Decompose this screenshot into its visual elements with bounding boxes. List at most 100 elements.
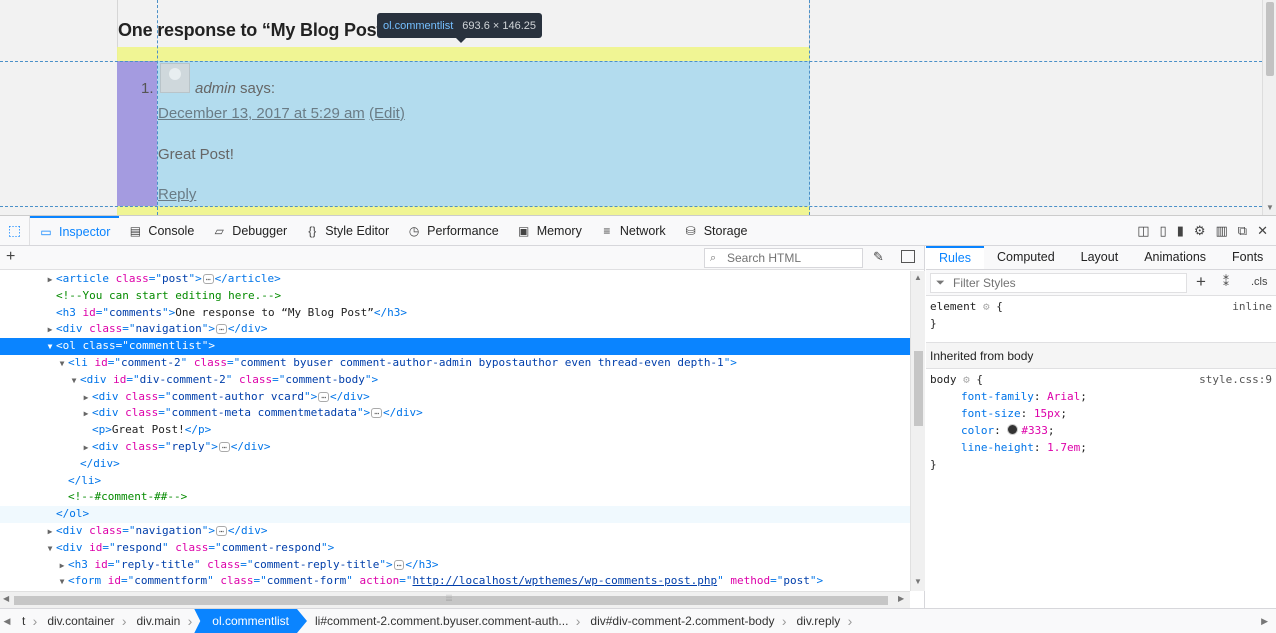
ellipsis-button[interactable]: ⋯: [218, 441, 230, 452]
tab-animations[interactable]: Animations: [1131, 246, 1219, 269]
ellipsis-button[interactable]: ⋯: [215, 324, 227, 335]
ellipsis-button[interactable]: ⋯: [393, 559, 405, 570]
gear-icon[interactable]: ⚙: [983, 300, 990, 313]
comment-edit-link[interactable]: (Edit): [369, 105, 405, 122]
property-name[interactable]: color: [961, 424, 994, 437]
frame-select-icon[interactable]: ▯: [1160, 223, 1167, 239]
breadcrumb-scroll-right-icon[interactable]: ▶: [1261, 616, 1276, 627]
collapse-arrow-icon[interactable]: ▶: [80, 406, 92, 423]
page-scrollbar-thumb[interactable]: [1266, 2, 1274, 76]
property-name[interactable]: line-height: [961, 441, 1034, 454]
tab-performance[interactable]: ◷ Performance: [398, 216, 508, 245]
markup-scroll-thumb[interactable]: [914, 351, 923, 426]
responsive-mode-icon[interactable]: ▮: [1177, 223, 1184, 239]
collapse-arrow-icon[interactable]: ▶: [44, 322, 56, 339]
breadcrumb-item[interactable]: li#comment-2.comment.byuser.comment-auth…: [307, 609, 582, 633]
undock-icon[interactable]: ⧉: [1238, 223, 1247, 239]
close-icon[interactable]: ✕: [1257, 223, 1268, 239]
declaration[interactable]: font-family: Arial;: [930, 388, 1272, 405]
filter-styles-input[interactable]: ⏷ Filter Styles: [930, 273, 1187, 293]
expand-arrow-icon[interactable]: ▼: [68, 373, 80, 390]
breadcrumb-scroll-left-icon[interactable]: ◀: [0, 616, 14, 627]
markup-node[interactable]: ▼ <div id="div-comment-2" class="comment-…: [0, 372, 910, 389]
comment-reply-link[interactable]: Reply: [158, 186, 196, 203]
markup-node[interactable]: <h3 id="comments">One response to “My Bl…: [0, 305, 910, 322]
dock-side-icon[interactable]: ▥: [1216, 223, 1228, 239]
collapse-arrow-icon[interactable]: ▶: [44, 272, 56, 289]
tab-inspector[interactable]: ▭ Inspector: [30, 216, 120, 245]
collapse-arrow-icon[interactable]: ▶: [80, 390, 92, 407]
declaration[interactable]: line-height: 1.7em;: [930, 439, 1272, 456]
property-value[interactable]: Arial: [1047, 390, 1080, 403]
page-scrollbar[interactable]: ▼: [1262, 0, 1276, 215]
ellipsis-button[interactable]: ⋯: [202, 274, 214, 284]
expand-arrow-icon[interactable]: ▼: [56, 356, 68, 373]
expand-arrow-icon[interactable]: ▼: [44, 339, 56, 356]
markup-node[interactable]: ▶ <div class="comment-author vcard"> ⋯ </di…: [0, 389, 910, 406]
collapse-arrow-icon[interactable]: ▶: [80, 440, 92, 457]
markup-node[interactable]: <!--#comment-##-->: [0, 489, 910, 506]
markup-node[interactable]: <!--You can start editing here.-->: [0, 288, 910, 305]
markup-node[interactable]: ▶ <article class="post"> ⋯ </article>: [0, 271, 910, 288]
markup-token[interactable]: http://localhost/wpthemes/wp-comments-po…: [412, 574, 717, 587]
tab-style-editor[interactable]: {} Style Editor: [296, 216, 398, 245]
property-name[interactable]: font-family: [961, 390, 1034, 403]
breadcrumb-item[interactable]: div.main: [129, 609, 195, 633]
markup-node[interactable]: <p>Great Post!</p>: [0, 422, 910, 439]
markup-node[interactable]: ▼ <div id="respond" class="comment-respon…: [0, 540, 910, 557]
search-html-input[interactable]: ⌕ Search HTML: [704, 248, 863, 268]
markup-node[interactable]: ▼ <li id="comment-2" class="comment byuse…: [0, 355, 910, 372]
cls-toggle-button[interactable]: .cls: [1251, 276, 1268, 288]
rule-source-link[interactable]: style.css:9: [1199, 371, 1272, 388]
add-node-icon[interactable]: +: [6, 248, 15, 266]
tab-rules[interactable]: Rules: [926, 246, 984, 269]
markup-node[interactable]: </li>: [0, 473, 910, 490]
markup-node[interactable]: </div>: [0, 456, 910, 473]
eyedropper-icon[interactable]: ✎: [873, 249, 884, 265]
breadcrumb-item[interactable]: div#div-comment-2.comment-body: [582, 609, 788, 633]
breadcrumb-item[interactable]: div.container: [39, 609, 128, 633]
tab-storage[interactable]: ⛁ Storage: [675, 216, 757, 245]
scroll-down-icon[interactable]: ▼: [1266, 203, 1274, 212]
property-value[interactable]: 1.7em: [1047, 441, 1080, 454]
collapse-arrow-icon[interactable]: ▶: [44, 524, 56, 541]
expand-arrow-icon[interactable]: ▼: [44, 541, 56, 558]
tab-debugger[interactable]: ▱ Debugger: [203, 216, 296, 245]
markup-vertical-scrollbar[interactable]: ▲ ▼: [910, 271, 925, 591]
gear-icon[interactable]: ⚙: [963, 373, 970, 386]
pseudo-class-icon[interactable]: ⁑: [1223, 275, 1229, 289]
scroll-left-icon[interactable]: ◀: [3, 594, 9, 603]
declaration[interactable]: color: #333;: [930, 422, 1272, 439]
property-name[interactable]: font-size: [961, 407, 1021, 420]
tab-memory[interactable]: ▣ Memory: [508, 216, 591, 245]
tab-network[interactable]: ≡ Network: [591, 216, 675, 245]
breadcrumb-item[interactable]: t: [14, 609, 39, 633]
expand-arrow-icon[interactable]: ▼: [56, 574, 68, 591]
scroll-down-icon[interactable]: ▼: [914, 577, 922, 586]
color-swatch[interactable]: [1007, 424, 1019, 435]
ellipsis-button[interactable]: ⋯: [318, 391, 330, 402]
markup-node-selected[interactable]: ▼ <ol class="commentlist">: [0, 338, 910, 355]
property-value[interactable]: #333: [1021, 424, 1048, 437]
markup-node[interactable]: ▶ <div class="navigation"> ⋯ </div>: [0, 321, 910, 338]
property-value[interactable]: 15px: [1034, 407, 1061, 420]
comment-date-link[interactable]: December 13, 2017 at 5:29 am: [158, 105, 365, 122]
sidebar-toggle-icon[interactable]: [901, 250, 915, 263]
collapse-arrow-icon[interactable]: ▶: [56, 558, 68, 575]
markup-node[interactable]: ▼ <form id="commentform" class="comment-f…: [0, 573, 910, 590]
split-console-icon[interactable]: ◫: [1137, 223, 1149, 239]
scroll-right-icon[interactable]: ▶: [898, 594, 904, 603]
markup-node[interactable]: ▶ <div class="navigation"> ⋯ </div>: [0, 523, 910, 540]
breadcrumb-item-selected[interactable]: ol.commentlist: [194, 609, 307, 633]
element-picker-button[interactable]: ⬚: [0, 216, 30, 245]
markup-tree[interactable]: ▶ <article class="post"> ⋯ </article> <!--Yo…: [0, 271, 910, 591]
tab-fonts[interactable]: Fonts: [1219, 246, 1276, 269]
add-rule-icon[interactable]: +: [1196, 272, 1206, 292]
ellipsis-button[interactable]: ⋯: [371, 408, 383, 419]
scroll-up-icon[interactable]: ▲: [914, 273, 922, 282]
tab-console[interactable]: ▤ Console: [119, 216, 203, 245]
breadcrumb-item[interactable]: div.reply: [789, 609, 855, 633]
tab-layout[interactable]: Layout: [1068, 246, 1132, 269]
declaration[interactable]: font-size: 15px;: [930, 405, 1272, 422]
markup-node[interactable]: ▶ <div class="reply"> ⋯ </div>: [0, 439, 910, 456]
